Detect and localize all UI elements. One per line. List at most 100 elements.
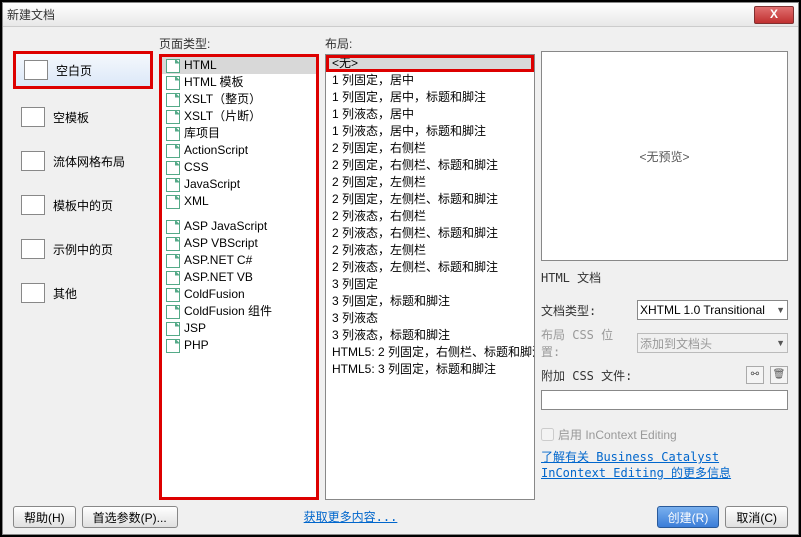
list-item[interactable]: ASP VBScript xyxy=(162,235,316,252)
page-type-list[interactable]: HTMLHTML 模板XSLT（整页） XSLT（片断） 库项目ActionScri… xyxy=(159,54,319,500)
sidebar-item-other[interactable]: 其他 xyxy=(13,277,153,309)
list-item[interactable]: PHP xyxy=(162,337,316,354)
help-button[interactable]: 帮助(H) xyxy=(13,506,76,528)
sidebar-item-sample-page[interactable]: 示例中的页 xyxy=(13,233,153,265)
trash-icon[interactable]: 🗑 xyxy=(770,366,788,384)
document-icon xyxy=(166,237,180,251)
sidebar-item-label: 流体网格布局 xyxy=(53,153,125,170)
list-item-label: ColdFusion xyxy=(184,287,245,302)
document-icon xyxy=(166,127,180,141)
list-item[interactable]: 2 列液态，右侧栏 xyxy=(326,208,534,225)
prefs-button[interactable]: 首选参数(P)... xyxy=(82,506,178,528)
layout-column: 布局: <无>1 列固定，居中 1 列固定，居中，标题和脚注1 列液态，居中1 列… xyxy=(325,35,535,500)
link-icon[interactable]: ⚯ xyxy=(746,366,764,384)
titlebar: 新建文档 X xyxy=(3,3,798,27)
sidebar-item-fluid-grid[interactable]: 流体网格布局 xyxy=(13,145,153,177)
list-item[interactable]: 2 列固定，右侧栏、标题和脚注 xyxy=(326,157,534,174)
list-item[interactable]: 2 列固定，左侧栏、标题和脚注 xyxy=(326,191,534,208)
list-item-label: HTML5: 3 列固定，标题和脚注 xyxy=(332,362,496,377)
list-item-label: XSLT（整页） xyxy=(184,92,261,107)
list-item[interactable]: HTML 模板 xyxy=(162,74,316,91)
list-item-label: 2 列固定，右侧栏、标题和脚注 xyxy=(332,158,498,173)
list-item[interactable]: XML xyxy=(162,193,316,210)
sidebar: 空白页空模板流体网格布局模板中的页示例中的页其他 xyxy=(13,35,153,500)
list-item[interactable]: CSS xyxy=(162,159,316,176)
sidebar-item-label: 模板中的页 xyxy=(53,197,113,214)
list-item[interactable]: JavaScript xyxy=(162,176,316,193)
list-item[interactable]: 1 列固定，居中 xyxy=(326,72,534,89)
sidebar-item-blank-template[interactable]: 空模板 xyxy=(13,101,153,133)
list-item-label: 1 列液态，居中，标题和脚注 xyxy=(332,124,486,139)
list-item[interactable]: XSLT（整页） xyxy=(162,91,316,108)
list-item[interactable]: 3 列固定，标题和脚注 xyxy=(326,293,534,310)
layout-header: 布局: xyxy=(325,35,535,52)
preview-text: <无预览> xyxy=(639,148,689,165)
list-item-label: JavaScript xyxy=(184,177,240,192)
sidebar-item-label: 其他 xyxy=(53,285,77,302)
list-item[interactable]: 3 列液态，标题和脚注 xyxy=(326,327,534,344)
list-item[interactable]: 2 列液态，左侧栏、标题和脚注 xyxy=(326,259,534,276)
list-item-label: ASP.NET VB xyxy=(184,270,253,285)
list-item-label: CSS xyxy=(184,160,209,175)
list-item[interactable]: 3 列液态 xyxy=(326,310,534,327)
list-item[interactable]: ASP.NET VB xyxy=(162,269,316,286)
list-item[interactable]: 1 列液态，居中，标题和脚注 xyxy=(326,123,534,140)
sidebar-item-blank-page[interactable]: 空白页 xyxy=(13,51,153,89)
list-item[interactable]: HTML xyxy=(162,57,316,74)
list-item[interactable]: ASP.NET C# xyxy=(162,252,316,269)
cancel-button[interactable]: 取消(C) xyxy=(725,506,788,528)
list-item-label: 2 列固定，左侧栏、标题和脚注 xyxy=(332,192,498,207)
document-icon xyxy=(166,59,180,73)
list-item[interactable]: 2 列液态，右侧栏、标题和脚注 xyxy=(326,225,534,242)
list-item-label: 3 列固定 xyxy=(332,277,378,292)
create-button[interactable]: 创建(R) xyxy=(657,506,720,528)
list-item[interactable]: 3 列固定 xyxy=(326,276,534,293)
css-pos-row: 布局 CSS 位置: 添加到文档头 ▼ xyxy=(541,326,788,360)
list-item[interactable]: HTML5: 3 列固定，标题和脚注 xyxy=(326,361,534,378)
list-item-label: 2 列固定，左侧栏 xyxy=(332,175,426,190)
list-item[interactable]: <无> xyxy=(326,55,534,72)
sidebar-item-label: 空模板 xyxy=(53,109,89,126)
list-item[interactable]: 1 列固定，居中，标题和脚注 xyxy=(326,89,534,106)
list-item-label: XSLT（片断） xyxy=(184,109,261,124)
list-item[interactable]: 2 列液态，左侧栏 xyxy=(326,242,534,259)
list-item[interactable]: ColdFusion 组件 xyxy=(162,303,316,320)
list-item[interactable]: ActionScript xyxy=(162,142,316,159)
list-item[interactable]: 2 列固定，左侧栏 xyxy=(326,174,534,191)
incontext-link[interactable]: 了解有关 Business Catalyst InContext Editing… xyxy=(541,449,788,481)
attach-css-field[interactable] xyxy=(541,390,788,410)
page-icon xyxy=(24,60,48,80)
list-item[interactable]: ColdFusion xyxy=(162,286,316,303)
list-item-label: 库项目 xyxy=(184,126,220,141)
list-item-label: 2 列液态，左侧栏 xyxy=(332,243,426,258)
document-icon xyxy=(166,271,180,285)
list-item[interactable]: 2 列固定，右侧栏 xyxy=(326,140,534,157)
layout-list[interactable]: <无>1 列固定，居中 1 列固定，居中，标题和脚注1 列液态，居中1 列液态，居… xyxy=(325,54,535,500)
columns: 空白页空模板流体网格布局模板中的页示例中的页其他 页面类型: HTMLHTML … xyxy=(13,35,788,500)
document-icon xyxy=(166,144,180,158)
document-icon xyxy=(166,195,180,209)
document-icon xyxy=(166,178,180,192)
list-item[interactable]: 1 列液态，居中 xyxy=(326,106,534,123)
list-item-label: 1 列固定，居中 xyxy=(332,73,414,88)
attach-row xyxy=(541,390,788,410)
list-item-label: HTML xyxy=(184,58,217,73)
doctype-select[interactable]: XHTML 1.0 Transitional ▼ xyxy=(637,300,788,320)
list-item[interactable]: ASP JavaScript xyxy=(162,218,316,235)
list-item[interactable]: XSLT（片断） xyxy=(162,108,316,125)
list-item-label: 1 列固定，居中，标题和脚注 xyxy=(332,90,486,105)
right-column: <无预览> HTML 文档 文档类型: XHTML 1.0 Transition… xyxy=(541,35,788,500)
page-type-header: 页面类型: xyxy=(159,35,319,52)
close-button[interactable]: X xyxy=(754,6,794,24)
css-pos-select: 添加到文档头 ▼ xyxy=(637,333,788,353)
more-content-link[interactable]: 获取更多内容... xyxy=(304,509,398,525)
sidebar-item-template-page[interactable]: 模板中的页 xyxy=(13,189,153,221)
list-item[interactable]: JSP xyxy=(162,320,316,337)
list-item[interactable]: HTML5: 2 列固定，右侧栏、标题和脚注 xyxy=(326,344,534,361)
list-item-label: HTML5: 2 列固定，右侧栏、标题和脚注 xyxy=(332,345,534,360)
list-item[interactable]: 库项目 xyxy=(162,125,316,142)
list-item-label: 2 列液态，左侧栏、标题和脚注 xyxy=(332,260,498,275)
list-item-label: JSP xyxy=(184,321,206,336)
css-pos-value: 添加到文档头 xyxy=(640,335,712,352)
page-icon xyxy=(21,107,45,127)
